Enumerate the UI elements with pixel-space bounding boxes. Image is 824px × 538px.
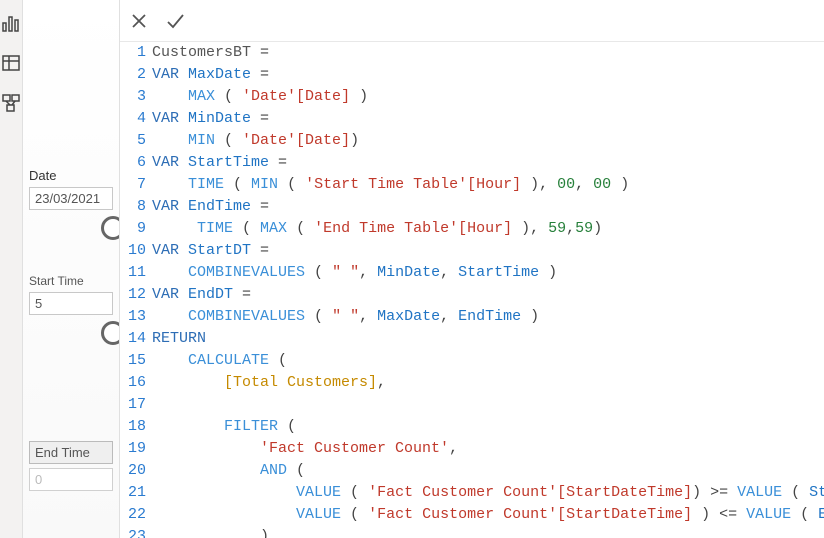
date-slider[interactable] bbox=[29, 216, 113, 246]
code-line[interactable]: VALUE ( 'Fact Customer Count'[StartDateT… bbox=[152, 482, 824, 504]
code-line[interactable]: VAR StartDT = bbox=[152, 240, 824, 262]
commit-icon[interactable] bbox=[162, 8, 188, 34]
line-number: 4 bbox=[120, 108, 146, 130]
line-number: 22 bbox=[120, 504, 146, 526]
line-gutter: 123456789101112131415161718192021222324 bbox=[120, 42, 152, 538]
line-number: 19 bbox=[120, 438, 146, 460]
start-time-slider[interactable] bbox=[29, 321, 113, 351]
line-number: 1 bbox=[120, 42, 146, 64]
start-time-input[interactable]: 5 bbox=[29, 292, 113, 315]
line-number: 15 bbox=[120, 350, 146, 372]
line-number: 23 bbox=[120, 526, 146, 538]
formula-bar: 123456789101112131415161718192021222324 … bbox=[119, 0, 824, 538]
code-line[interactable]: 'Fact Customer Count', bbox=[152, 438, 824, 460]
code-line[interactable]: TIME ( MIN ( 'Start Time Table'[Hour] ),… bbox=[152, 174, 824, 196]
report-view-icon[interactable] bbox=[0, 12, 22, 34]
line-number: 2 bbox=[120, 64, 146, 86]
line-number: 18 bbox=[120, 416, 146, 438]
code-line[interactable] bbox=[152, 394, 824, 416]
code-line[interactable]: MIN ( 'Date'[Date]) bbox=[152, 130, 824, 152]
code-line[interactable]: AND ( bbox=[152, 460, 824, 482]
code-line[interactable]: VAR StartTime = bbox=[152, 152, 824, 174]
left-nav bbox=[0, 0, 23, 538]
code-line[interactable]: CustomersBT = bbox=[152, 42, 824, 64]
line-number: 10 bbox=[120, 240, 146, 262]
line-number: 9 bbox=[120, 218, 146, 240]
end-time-input[interactable]: 0 bbox=[29, 468, 113, 491]
line-number: 8 bbox=[120, 196, 146, 218]
code-line[interactable]: COMBINEVALUES ( " ", MaxDate, EndTime ) bbox=[152, 306, 824, 328]
line-number: 14 bbox=[120, 328, 146, 350]
code-line[interactable]: VAR MaxDate = bbox=[152, 64, 824, 86]
cancel-icon[interactable] bbox=[126, 8, 152, 34]
slicer-panel: Date 23/03/2021 Start Time 5 End Time 0 bbox=[23, 0, 119, 538]
line-number: 11 bbox=[120, 262, 146, 284]
line-number: 6 bbox=[120, 152, 146, 174]
line-number: 20 bbox=[120, 460, 146, 482]
code-line[interactable]: VALUE ( 'Fact Customer Count'[StartDateT… bbox=[152, 504, 824, 526]
date-label: Date bbox=[29, 168, 113, 183]
end-time-label: End Time bbox=[29, 441, 113, 464]
line-number: 21 bbox=[120, 482, 146, 504]
code-line[interactable]: RETURN bbox=[152, 328, 824, 350]
date-input[interactable]: 23/03/2021 bbox=[29, 187, 113, 210]
line-number: 13 bbox=[120, 306, 146, 328]
code-line[interactable]: CALCULATE ( bbox=[152, 350, 824, 372]
line-number: 3 bbox=[120, 86, 146, 108]
code-line[interactable]: FILTER ( bbox=[152, 416, 824, 438]
start-time-label: Start Time bbox=[29, 274, 113, 288]
code-line[interactable]: VAR MinDate = bbox=[152, 108, 824, 130]
code-line[interactable]: ) bbox=[152, 526, 824, 538]
line-number: 17 bbox=[120, 394, 146, 416]
code-line[interactable]: [Total Customers], bbox=[152, 372, 824, 394]
code-line[interactable]: VAR EndTime = bbox=[152, 196, 824, 218]
line-number: 7 bbox=[120, 174, 146, 196]
dax-editor[interactable]: 123456789101112131415161718192021222324 … bbox=[120, 42, 824, 538]
code-line[interactable]: VAR EndDT = bbox=[152, 284, 824, 306]
code-line[interactable]: TIME ( MAX ( 'End Time Table'[Hour] ), 5… bbox=[152, 218, 824, 240]
model-view-icon[interactable] bbox=[0, 92, 22, 114]
line-number: 12 bbox=[120, 284, 146, 306]
line-number: 16 bbox=[120, 372, 146, 394]
code-line[interactable]: MAX ( 'Date'[Date] ) bbox=[152, 86, 824, 108]
data-view-icon[interactable] bbox=[0, 52, 22, 74]
code-body[interactable]: CustomersBT =VAR MaxDate = MAX ( 'Date'[… bbox=[152, 42, 824, 538]
code-line[interactable]: COMBINEVALUES ( " ", MinDate, StartTime … bbox=[152, 262, 824, 284]
line-number: 5 bbox=[120, 130, 146, 152]
